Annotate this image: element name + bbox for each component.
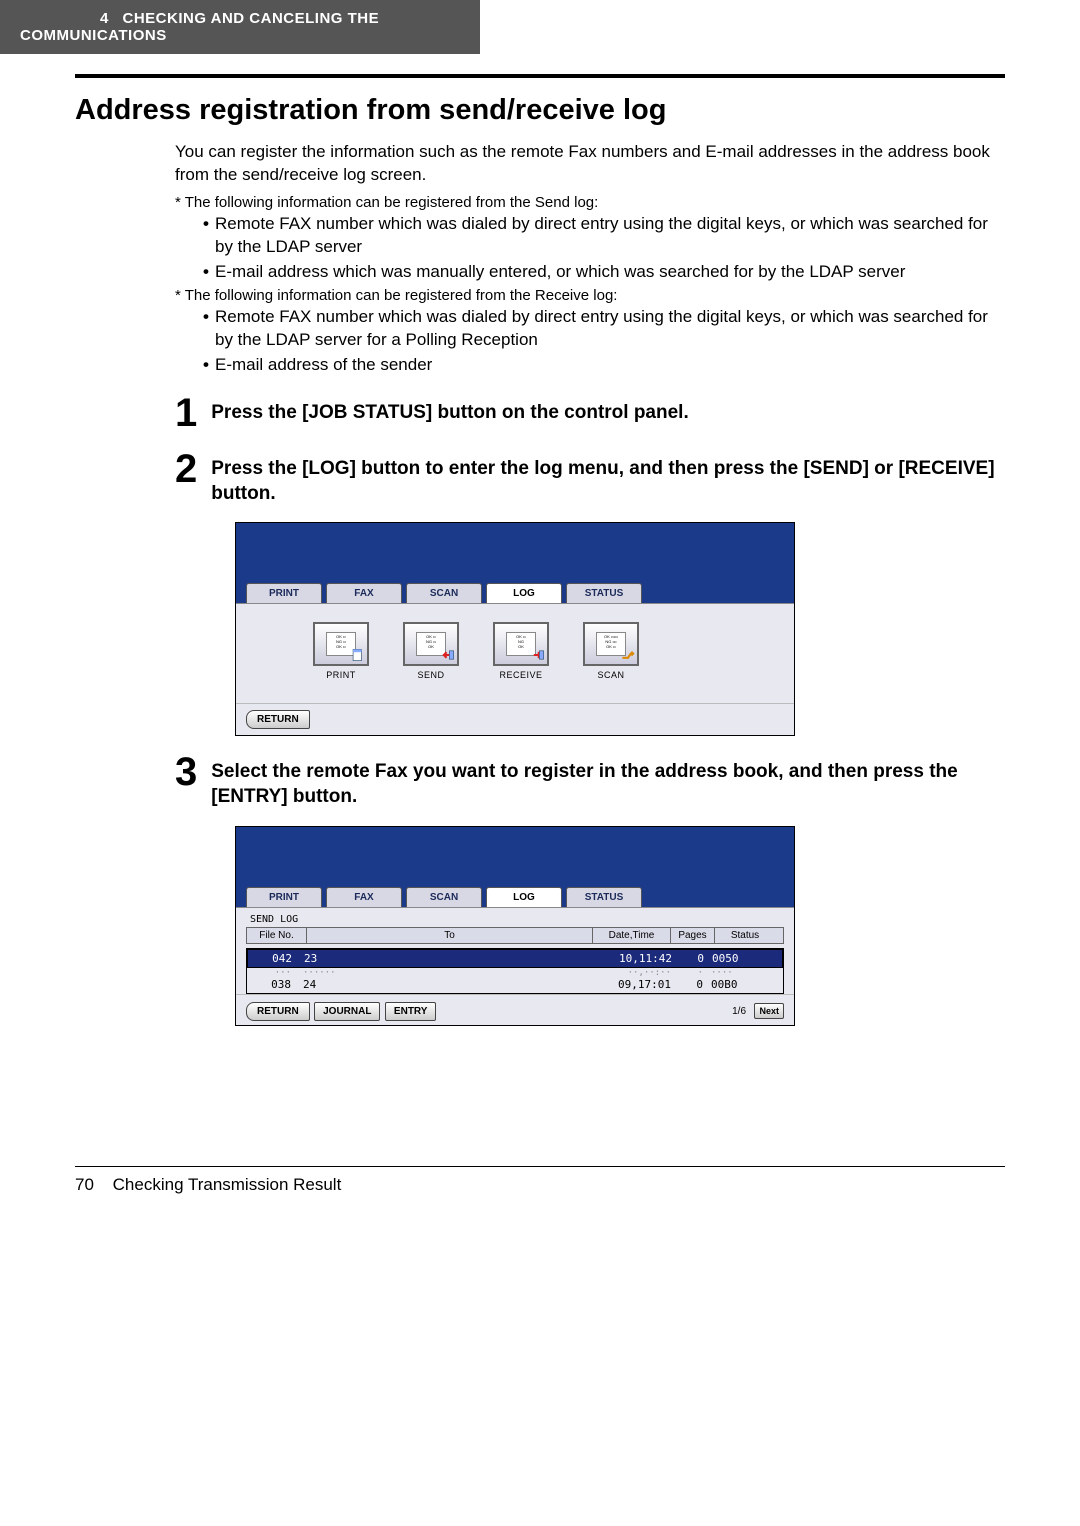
log-receive-button[interactable]: OK ••NGOK RECEIVE bbox=[486, 622, 556, 680]
send-bullet: Remote FAX number which was dialed by di… bbox=[75, 213, 1005, 259]
table-body: 042 23 10,11:42 0 0050 ···········,··:··… bbox=[246, 948, 784, 994]
pager: 1/6 bbox=[732, 1006, 746, 1017]
tab-print[interactable]: PRINT bbox=[246, 583, 322, 603]
table-header: File No. To Date,Time Pages Status bbox=[246, 927, 784, 944]
page-footer: 70 Checking Transmission Result bbox=[0, 1175, 1080, 1225]
icon-label: SEND bbox=[396, 670, 466, 680]
col-status: Status bbox=[715, 928, 775, 943]
device-screen-1: PRINT FAX SCAN LOG STATUS OK ••NG ••OK •… bbox=[235, 522, 795, 736]
step-2: 2 Press the [LOG] button to enter the lo… bbox=[75, 449, 1005, 506]
footer-divider bbox=[75, 1166, 1005, 1167]
tab-fax[interactable]: FAX bbox=[326, 887, 402, 907]
recv-note-intro: * The following information can be regis… bbox=[87, 286, 1005, 306]
screen-titlebar bbox=[236, 523, 794, 579]
step-3: 3 Select the remote Fax you want to regi… bbox=[75, 752, 1005, 809]
step-number: 2 bbox=[175, 449, 197, 489]
log-print-button[interactable]: OK ••NG ••OK •• PRINT bbox=[306, 622, 376, 680]
table-row[interactable]: ···········,··:······· bbox=[247, 968, 783, 976]
chapter-title: CHECKING AND CANCELING THE COMMUNICATION… bbox=[20, 10, 379, 44]
page-number: 70 bbox=[75, 1175, 94, 1194]
recv-bullet: E-mail address of the sender bbox=[75, 354, 1005, 377]
chapter-header: 4 CHECKING AND CANCELING THE COMMUNICATI… bbox=[0, 0, 480, 54]
return-button[interactable]: RETURN bbox=[246, 1002, 310, 1021]
tab-scan[interactable]: SCAN bbox=[406, 583, 482, 603]
step-text: Press the [JOB STATUS] button on the con… bbox=[211, 393, 688, 426]
page-title: Address registration from send/receive l… bbox=[75, 94, 1005, 127]
send-arrow-icon bbox=[441, 648, 455, 662]
step-number: 1 bbox=[175, 393, 197, 433]
tab-scan[interactable]: SCAN bbox=[406, 887, 482, 907]
tab-log[interactable]: LOG bbox=[486, 583, 562, 603]
screen-titlebar bbox=[236, 827, 794, 883]
icon-label: PRINT bbox=[306, 670, 376, 680]
screen-tabs: PRINT FAX SCAN LOG STATUS bbox=[236, 579, 794, 603]
step-text: Press the [LOG] button to enter the log … bbox=[211, 449, 1005, 506]
receive-arrow-icon bbox=[531, 648, 545, 662]
send-note-intro: * The following information can be regis… bbox=[87, 193, 1005, 213]
footer-section: Checking Transmission Result bbox=[113, 1175, 342, 1194]
tab-status[interactable]: STATUS bbox=[566, 583, 642, 603]
entry-button[interactable]: ENTRY bbox=[385, 1002, 437, 1021]
col-fileno: File No. bbox=[247, 928, 307, 943]
screen-tabs: PRINT FAX SCAN LOG STATUS bbox=[236, 883, 794, 907]
document-icon bbox=[351, 648, 365, 662]
recv-bullet: Remote FAX number which was dialed by di… bbox=[75, 306, 1005, 352]
step-1: 1 Press the [JOB STATUS] button on the c… bbox=[75, 393, 1005, 433]
tab-fax[interactable]: FAX bbox=[326, 583, 402, 603]
scan-icon bbox=[621, 648, 635, 662]
log-scan-button[interactable]: OK •••••NG •••OK •• SCAN bbox=[576, 622, 646, 680]
table-row[interactable]: 038 24 09,17:01 0 00B0 bbox=[247, 976, 783, 994]
device-screen-2: PRINT FAX SCAN LOG STATUS SEND LOG File … bbox=[235, 826, 795, 1026]
step-number: 3 bbox=[175, 752, 197, 792]
divider bbox=[75, 74, 1005, 78]
tab-status[interactable]: STATUS bbox=[566, 887, 642, 907]
send-log-label: SEND LOG bbox=[246, 912, 784, 927]
chapter-number: 4 bbox=[100, 10, 108, 27]
journal-button[interactable]: JOURNAL bbox=[314, 1002, 380, 1021]
col-pages: Pages bbox=[671, 928, 715, 943]
table-row[interactable]: 042 23 10,11:42 0 0050 bbox=[247, 949, 783, 968]
next-button[interactable]: Next bbox=[754, 1003, 784, 1019]
send-bullet: E-mail address which was manually entere… bbox=[75, 261, 1005, 284]
step-text: Select the remote Fax you want to regist… bbox=[211, 752, 1005, 809]
log-send-button[interactable]: OK ••NG ••OK SEND bbox=[396, 622, 466, 680]
col-to: To bbox=[307, 928, 593, 943]
return-button[interactable]: RETURN bbox=[246, 710, 310, 729]
intro-paragraph: You can register the information such as… bbox=[75, 141, 1005, 187]
icon-label: SCAN bbox=[576, 670, 646, 680]
icon-label: RECEIVE bbox=[486, 670, 556, 680]
tab-print[interactable]: PRINT bbox=[246, 887, 322, 907]
tab-log[interactable]: LOG bbox=[486, 887, 562, 907]
col-datetime: Date,Time bbox=[593, 928, 671, 943]
